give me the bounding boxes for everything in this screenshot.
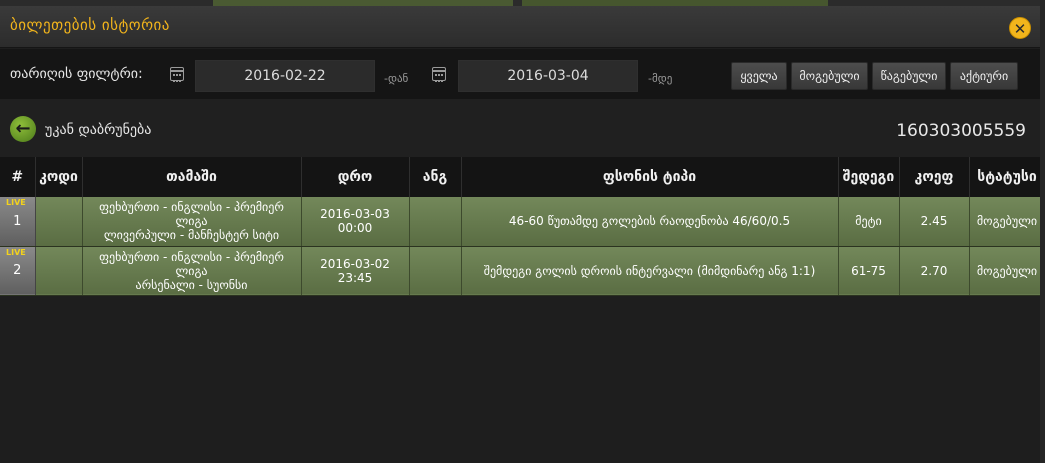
row-number: 1 bbox=[13, 213, 22, 229]
row-bet-type: 46-60 წუთამდე გოლების რაოდენობა 46/60/0.… bbox=[461, 197, 839, 247]
row-bet-type: შემდეგი გოლის დროის ინტერვალი (მიმდინარე… bbox=[461, 246, 839, 296]
live-badge: LIVE bbox=[6, 198, 26, 207]
col-header-bet-type: ფსონის ტიპი bbox=[461, 157, 839, 197]
back-button-label[interactable]: უკან დაბრუნება bbox=[45, 122, 151, 138]
modal-title: ბილეთების ისტორია bbox=[10, 16, 170, 34]
back-arrow-icon[interactable]: ← bbox=[10, 116, 36, 142]
bets-table: # კოდი თამაში დრო ანგ ფსონის ტიპი შედეგი… bbox=[0, 157, 1045, 296]
from-date-suffix: -დან bbox=[384, 72, 409, 85]
col-header-status: სტატუსი bbox=[969, 157, 1045, 197]
col-header-odds: კოეფ bbox=[899, 157, 970, 197]
row-status: მოგებული bbox=[969, 197, 1045, 247]
row-status: მოგებული bbox=[969, 246, 1045, 296]
from-date-input[interactable]: 2016-02-22 bbox=[195, 60, 375, 92]
close-icon[interactable]: ✕ bbox=[1009, 17, 1031, 39]
row-odds: 2.70 bbox=[899, 246, 970, 296]
live-badge: LIVE bbox=[6, 247, 26, 257]
col-header-code: კოდი bbox=[35, 157, 83, 197]
row-game: ფეხბურთი - ინგლისი - პრემიერ ლიგა არსენა… bbox=[82, 246, 302, 296]
col-header-time: დრო bbox=[301, 157, 410, 197]
calendar-icon[interactable] bbox=[170, 67, 184, 82]
table-row[interactable]: LIVE 2 ფეხბურთი - ინგლისი - პრემიერ ლიგა… bbox=[0, 246, 1045, 296]
scrollbar[interactable] bbox=[1040, 0, 1045, 463]
col-header-game: თამაში bbox=[82, 157, 302, 197]
row-score bbox=[409, 246, 462, 296]
back-row: ← უკან დაბრუნება 160303005559 bbox=[0, 99, 1045, 157]
table-header-row: # კოდი თამაში დრო ანგ ფსონის ტიპი შედეგი… bbox=[0, 157, 1045, 197]
row-number: 2 bbox=[13, 263, 22, 278]
row-result: მეტი bbox=[838, 197, 900, 247]
filter-all-button[interactable]: ყველა bbox=[731, 62, 787, 90]
row-result: 61-75 bbox=[838, 246, 900, 296]
row-time: 2016-03-03 00:00 bbox=[301, 197, 410, 247]
row-game-league: ფეხბურთი - ინგლისი - პრემიერ ლიგა bbox=[99, 249, 284, 278]
table-row[interactable]: LIVE 1 ფეხბურთი - ინგლისი - პრემიერ ლიგა… bbox=[0, 197, 1045, 247]
empty-table-area bbox=[0, 297, 1045, 463]
calendar-icon[interactable] bbox=[432, 67, 446, 82]
to-date-suffix: -მდე bbox=[648, 72, 673, 85]
date-filter-bar: თარიღის ფილტრი: 2016-02-22 -დან 2016-03-… bbox=[0, 49, 1045, 99]
date-filter-label: თარიღის ფილტრი: bbox=[10, 66, 143, 82]
col-header-result: შედეგი bbox=[838, 157, 900, 197]
filter-active-button[interactable]: აქტიური bbox=[950, 62, 1018, 90]
filter-lost-button[interactable]: წაგებული bbox=[872, 62, 946, 90]
row-number-cell: LIVE 1 bbox=[0, 197, 36, 247]
row-odds: 2.45 bbox=[899, 197, 970, 247]
modal-titlebar: ბილეთების ისტორია ✕ bbox=[0, 6, 1045, 48]
row-game-match: ლივერპული - მანჩესტერ სიტი bbox=[103, 228, 280, 243]
col-header-score: ანგ bbox=[409, 157, 462, 197]
ticket-id: 160303005559 bbox=[896, 121, 1026, 141]
row-game: ფეხბურთი - ინგლისი - პრემიერ ლიგა ლივერპ… bbox=[82, 197, 302, 247]
row-game-match: არსენალი - სუონსი bbox=[135, 277, 248, 292]
col-header-number: # bbox=[0, 157, 36, 197]
row-score bbox=[409, 197, 462, 247]
row-number-cell: LIVE 2 bbox=[0, 246, 36, 296]
row-game-league: ფეხბურთი - ინგლისი - პრემიერ ლიგა bbox=[99, 200, 284, 229]
row-code bbox=[35, 246, 83, 296]
row-code bbox=[35, 197, 83, 247]
row-time: 2016-03-02 23:45 bbox=[301, 246, 410, 296]
filter-won-button[interactable]: მოგებული bbox=[791, 62, 868, 90]
to-date-input[interactable]: 2016-03-04 bbox=[458, 60, 638, 92]
